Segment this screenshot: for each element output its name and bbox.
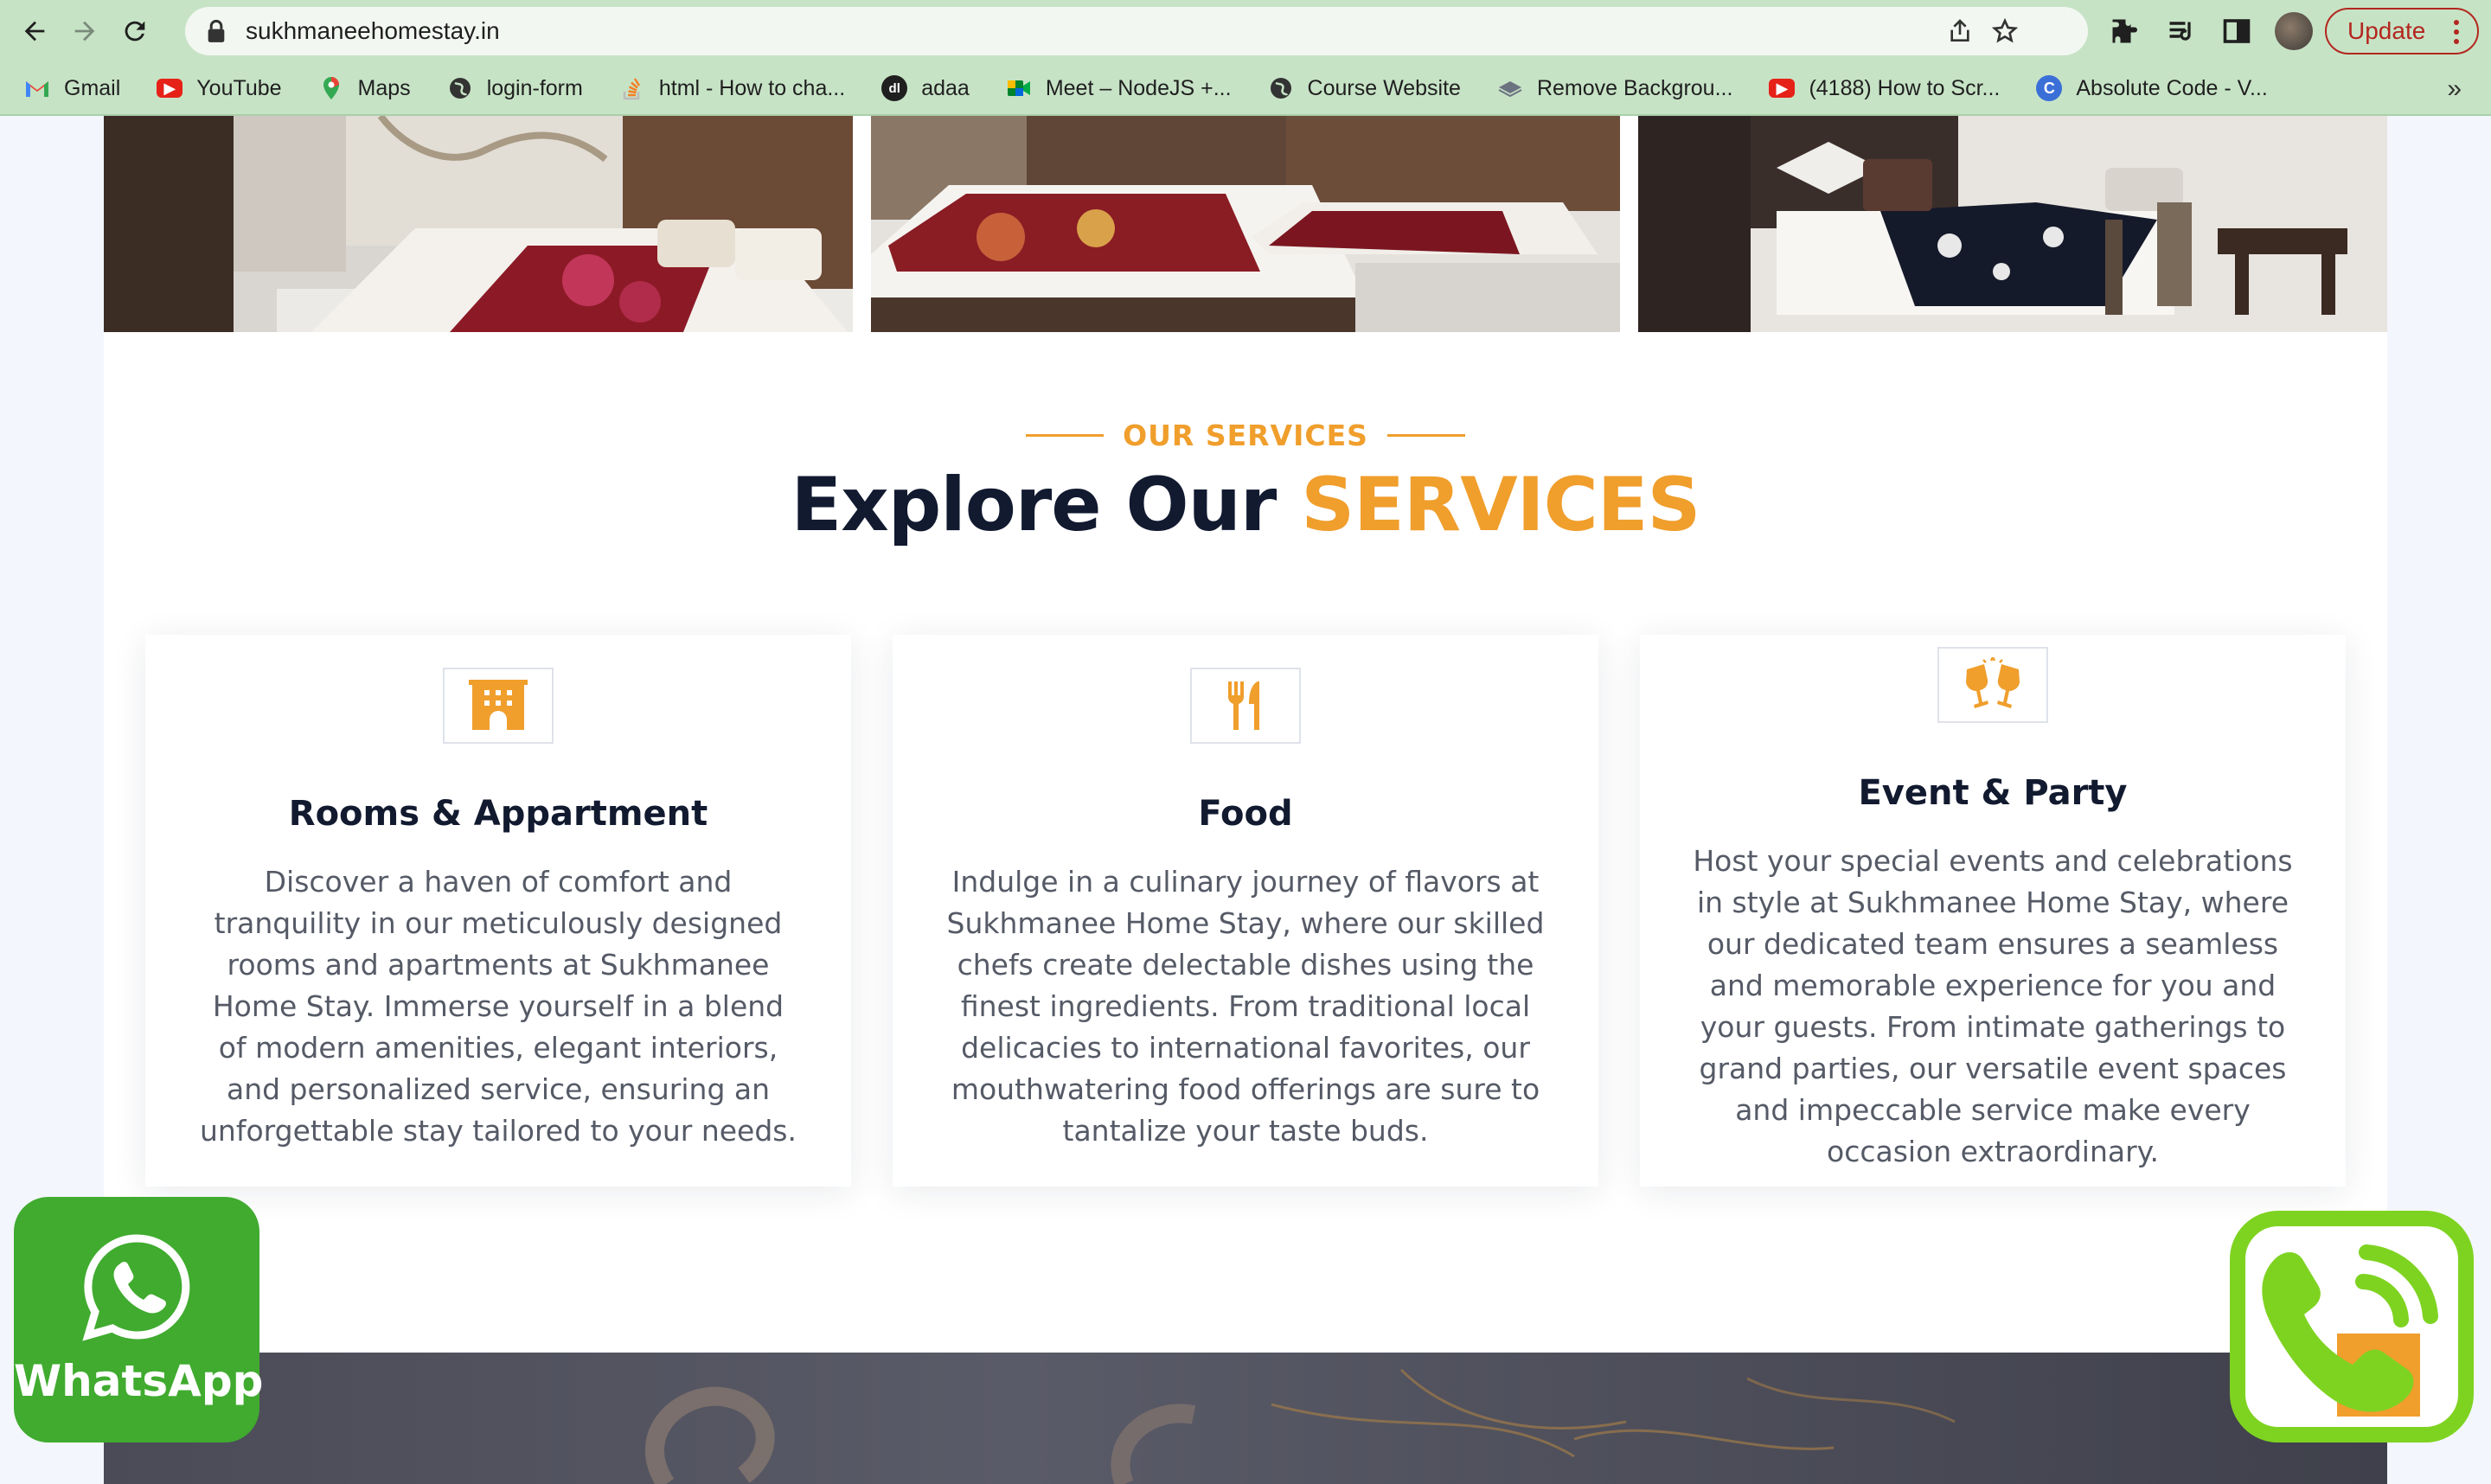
bookmark-login-form[interactable]: login-form [447,75,583,101]
profile-avatar[interactable] [2275,12,2313,50]
update-label: Update [2347,17,2426,44]
bookmark-label: (4188) How to Scr... [1809,75,2001,100]
heading-plain: Explore Our [791,462,1302,548]
service-card-food[interactable]: Food Indulge in a culinary journey of fl… [893,635,1598,1187]
service-icon-box [1937,647,2048,723]
bookmark-label: Maps [357,75,411,100]
service-description: Indulge in a culinary journey of flavors… [946,865,1545,1148]
meet-icon [1006,75,1032,101]
hotel-building-icon [469,680,528,730]
browser-toolbar: sukhmaneehomestay.in Update [0,0,2491,62]
bookmark-label: Absolute Code - V... [2076,75,2268,100]
eyebrow-text: OUR SERVICES [1123,419,1368,452]
service-title: Rooms & Appartment [288,794,708,834]
reading-list-icon[interactable] [2166,16,2197,47]
service-title: Food [1198,794,1293,834]
whatsapp-label: WhatsApp [14,1356,264,1406]
decorative-banner [104,1353,2387,1484]
kebab-menu-icon [2454,20,2459,44]
service-description: Host your special events and celebration… [1693,844,2293,1168]
section-heading: Explore Our SERVICES [104,462,2387,548]
bookmark-label: YouTube [196,75,282,100]
bookmark-absolute-code[interactable]: C Absolute Code - V... [2036,75,2268,101]
globe-icon [1268,75,1294,101]
address-bar[interactable]: sukhmaneehomestay.in [185,7,2088,55]
page-content: OUR SERVICES Explore Our SERVICES Rooms … [104,116,2387,1484]
youtube-icon: ▶ [1769,79,1796,98]
back-button[interactable] [10,7,59,55]
service-card-events[interactable]: Event & Party Host your special events a… [1640,635,2346,1187]
bookmark-label: Gmail [64,75,121,100]
service-icon-box [1190,668,1301,744]
adaa-icon: dl [881,75,908,101]
extensions-puzzle-icon[interactable] [2109,16,2140,47]
maps-icon [318,75,344,101]
bookmark-maps[interactable]: Maps [318,75,411,101]
bookmark-label: Remove Backgrou... [1536,75,1733,100]
heading-accent: SERVICES [1301,462,1700,548]
glasses-cheers-icon [1966,657,2020,708]
phone-call-icon [2262,1244,2438,1417]
service-description: Discover a haven of comfort and tranquil… [200,865,797,1148]
update-button[interactable]: Update [2325,8,2479,54]
bookmark-youtube[interactable]: ▶ YouTube [157,75,282,101]
bookmark-youtube-video[interactable]: ▶ (4188) How to Scr... [1769,76,2000,101]
room-photo-2 [871,116,1620,332]
url-text: sukhmaneehomestay.in [246,17,500,44]
bookmark-course-website[interactable]: Course Website [1268,75,1461,101]
forward-button[interactable] [61,7,109,55]
eyebrow-line-left [1026,434,1105,437]
layers-icon [1497,75,1523,101]
bookmark-label: Course Website [1307,75,1461,100]
absolute-icon: C [2036,75,2063,101]
service-title: Event & Party [1858,773,2128,813]
room-photo-1 [104,116,853,332]
call-button[interactable] [2230,1211,2474,1442]
arrow-left-icon [24,21,45,42]
bookmark-remove-background[interactable]: Remove Backgrou... [1497,75,1733,101]
whatsapp-icon [82,1234,190,1341]
bookmark-label: adaa [921,75,970,100]
bookmark-gmail[interactable]: Gmail [24,75,120,101]
gmail-icon [24,75,50,101]
globe-icon [447,75,473,101]
service-icon-box [443,668,554,744]
bookmark-label: Meet – NodeJS +... [1045,75,1232,100]
reload-button[interactable] [111,7,159,55]
lock-icon [208,19,225,42]
side-panel-icon[interactable] [2221,16,2252,47]
bookmark-star-icon[interactable] [1991,17,2019,45]
bookmark-label: login-form [486,75,583,100]
whatsapp-button[interactable]: WhatsApp [14,1197,264,1442]
bookmark-stackoverflow[interactable]: html - How to cha... [619,75,845,101]
bookmarks-overflow-button[interactable]: » [2447,74,2462,104]
fork-knife-icon [1228,681,1259,730]
arrow-right-icon [74,21,95,42]
youtube-icon: ▶ [157,79,183,98]
service-card-rooms[interactable]: Rooms & Appartment Discover a haven of c… [145,635,851,1187]
eyebrow-line-right [1386,434,1465,437]
stackoverflow-icon [619,75,645,101]
bookmarks-bar: Gmail ▶ YouTube Maps login-form html - H… [0,62,2491,116]
bookmark-adaa[interactable]: dl adaa [881,75,970,101]
section-eyebrow: OUR SERVICES [104,419,2387,452]
reload-icon [125,21,145,42]
bookmark-meet[interactable]: Meet – NodeJS +... [1006,75,1232,101]
room-photo-3 [1638,116,2387,332]
share-icon[interactable] [1946,17,1974,45]
bookmark-label: html - How to cha... [658,75,846,100]
